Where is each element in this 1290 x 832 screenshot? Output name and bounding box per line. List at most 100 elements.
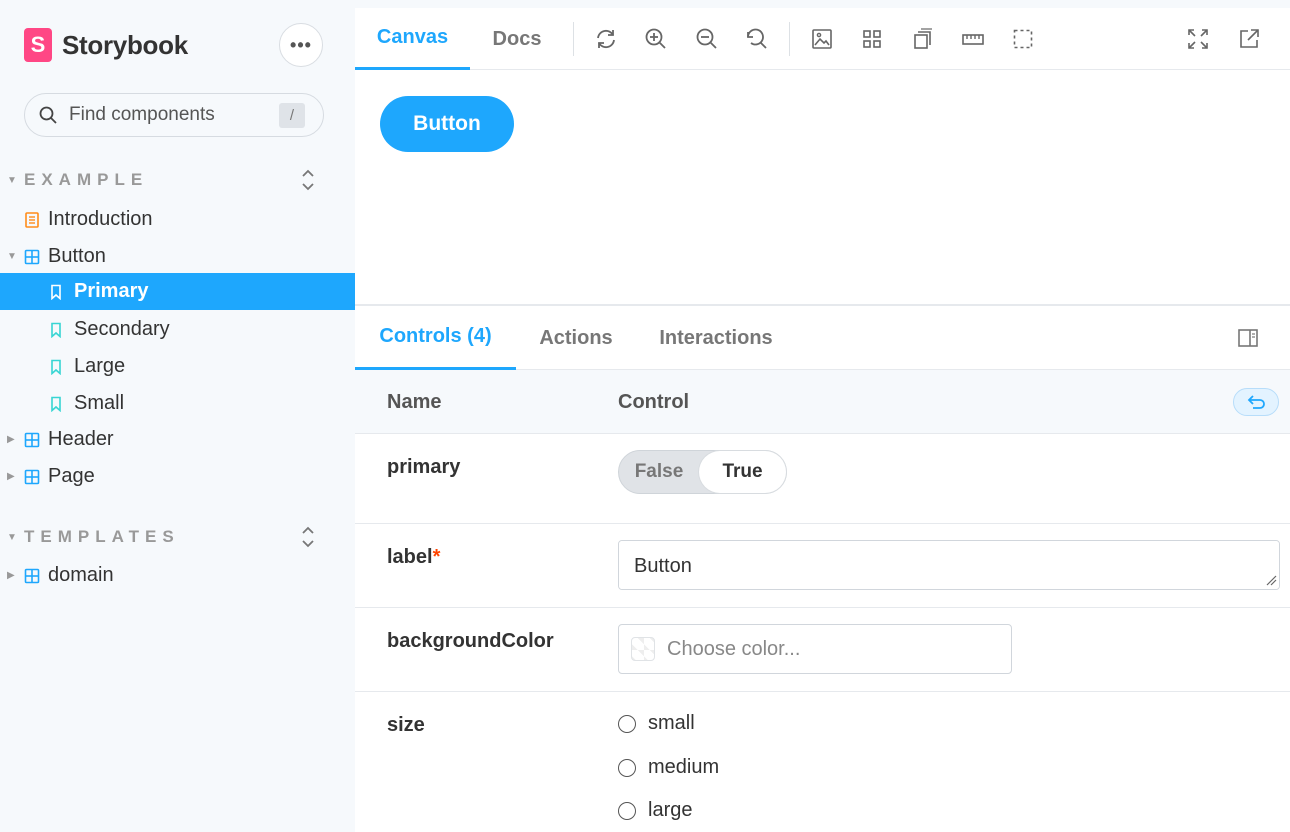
- sidebar-item-button[interactable]: ▼ Button: [0, 238, 355, 275]
- measure-icon[interactable]: [960, 26, 986, 52]
- radio-circle[interactable]: [618, 758, 636, 777]
- bookmark-icon: [51, 359, 61, 375]
- radio-circle[interactable]: [618, 801, 636, 820]
- search-icon: [39, 106, 57, 124]
- caret-right-icon: ▶: [7, 471, 15, 482]
- sidebar-item-label: Primary: [74, 280, 149, 302]
- outline-icon[interactable]: [1010, 26, 1036, 52]
- component-icon: [24, 432, 40, 447]
- control-row-size: size small medium large: [355, 692, 1290, 832]
- radio-medium[interactable]: medium: [618, 756, 719, 779]
- story-button[interactable]: Button: [380, 96, 514, 152]
- toggle-false[interactable]: False: [619, 451, 699, 493]
- sidebar-item-label: Page: [48, 465, 95, 487]
- reset-controls-button[interactable]: [1233, 388, 1279, 416]
- tab-controls[interactable]: Controls (4): [355, 306, 516, 370]
- sidebar-item-label: Introduction: [48, 208, 153, 230]
- tab-docs[interactable]: Docs: [470, 8, 564, 70]
- required-mark: *: [432, 546, 441, 568]
- radio-label: small: [648, 712, 695, 734]
- prop-name-text: label: [387, 546, 433, 568]
- sidebar-item-small[interactable]: Small: [0, 385, 355, 422]
- prop-name: backgroundColor: [387, 630, 554, 652]
- prop-name: size: [387, 714, 425, 736]
- sidebar-item-label: Large: [74, 355, 126, 377]
- control-row-background-color: backgroundColor: [355, 608, 1290, 692]
- toolbar-divider: [573, 22, 574, 56]
- radio-label: medium: [648, 756, 720, 778]
- toggle-true[interactable]: True: [699, 451, 786, 493]
- main-area: Canvas Docs Button Controls (4) Actions …: [355, 8, 1290, 832]
- controls-table-header: Name Control: [355, 370, 1290, 434]
- sidebar-item-label: Header: [48, 428, 114, 450]
- sidebar-item-primary[interactable]: Primary: [0, 273, 355, 310]
- sidebar-item-label: Small: [74, 392, 125, 414]
- control-row-label: label* Button: [355, 524, 1290, 608]
- component-icon: [24, 469, 40, 484]
- group-title: TEMPLATES: [24, 527, 180, 546]
- background-icon[interactable]: [809, 26, 835, 52]
- document-icon: [25, 211, 39, 228]
- tab-actions[interactable]: Actions: [516, 306, 636, 370]
- bookmark-icon: [51, 284, 61, 300]
- radio-large[interactable]: large: [618, 799, 692, 822]
- toolbar-divider: [789, 22, 790, 56]
- sidebar-item-secondary[interactable]: Secondary: [0, 311, 355, 348]
- storybook-logo-icon: S: [24, 28, 52, 62]
- sidebar-item-header[interactable]: ▶ Header: [0, 421, 355, 458]
- label-textarea[interactable]: Button: [618, 540, 1280, 590]
- brand[interactable]: S Storybook: [24, 28, 188, 62]
- radio-small[interactable]: small: [618, 712, 695, 735]
- component-icon: [24, 568, 40, 583]
- boolean-toggle[interactable]: False True: [618, 450, 787, 494]
- addons-panel: Controls (4) Actions Interactions Name C…: [355, 304, 1290, 832]
- bookmark-icon: [51, 322, 61, 338]
- open-new-tab-icon[interactable]: [1236, 26, 1262, 52]
- expand-collapse-icon[interactable]: [300, 524, 316, 550]
- sidebar: S Storybook ••• / ▼ EXAMPLE Introduction…: [0, 0, 355, 832]
- sidebar-item-introduction[interactable]: Introduction: [0, 201, 355, 238]
- resize-grip-icon[interactable]: [1265, 574, 1277, 586]
- sidebar-item-label: domain: [48, 564, 114, 586]
- sidebar-item-domain[interactable]: ▶ domain: [0, 557, 355, 594]
- refresh-icon[interactable]: [593, 26, 619, 52]
- grid-icon[interactable]: [859, 26, 885, 52]
- search-shortcut: /: [279, 103, 305, 128]
- expand-collapse-icon[interactable]: [300, 167, 316, 193]
- tab-interactions[interactable]: Interactions: [636, 306, 796, 370]
- zoom-in-icon[interactable]: [643, 26, 669, 52]
- search-box[interactable]: /: [24, 93, 324, 137]
- sidebar-item-large[interactable]: Large: [0, 348, 355, 385]
- brand-name: Storybook: [62, 29, 188, 60]
- group-templates[interactable]: ▼ TEMPLATES: [0, 524, 355, 550]
- viewport-icon[interactable]: [909, 26, 935, 52]
- prop-name: label*: [387, 546, 440, 569]
- caret-right-icon: ▶: [7, 434, 15, 445]
- fullscreen-icon[interactable]: [1185, 26, 1211, 52]
- bookmark-icon: [51, 396, 61, 412]
- zoom-reset-icon[interactable]: [744, 26, 770, 52]
- radio-label: large: [648, 799, 693, 821]
- more-menu-button[interactable]: •••: [279, 23, 323, 67]
- sidebar-item-label: Button: [48, 245, 106, 267]
- column-header-control: Control: [618, 391, 690, 413]
- caret-down-icon: ▼: [7, 532, 17, 543]
- color-picker[interactable]: [618, 624, 1012, 674]
- caret-down-icon: ▼: [7, 175, 17, 186]
- search-input[interactable]: [69, 104, 259, 126]
- column-header-name: Name: [387, 391, 442, 413]
- caret-right-icon: ▶: [7, 570, 15, 581]
- sidebar-item-page[interactable]: ▶ Page: [0, 458, 355, 495]
- group-title: EXAMPLE: [24, 170, 149, 189]
- toolbar: Canvas Docs: [355, 8, 1290, 70]
- color-input[interactable]: [667, 637, 987, 661]
- radio-circle[interactable]: [618, 714, 636, 733]
- story-canvas: Button: [355, 70, 1290, 304]
- panel-orientation-icon[interactable]: [1237, 328, 1259, 348]
- zoom-out-icon[interactable]: [694, 26, 720, 52]
- undo-icon: [1247, 395, 1265, 409]
- color-swatch[interactable]: [631, 637, 655, 661]
- sidebar-item-label: Secondary: [74, 318, 170, 340]
- group-example[interactable]: ▼ EXAMPLE: [0, 167, 355, 193]
- tab-canvas[interactable]: Canvas: [355, 8, 470, 70]
